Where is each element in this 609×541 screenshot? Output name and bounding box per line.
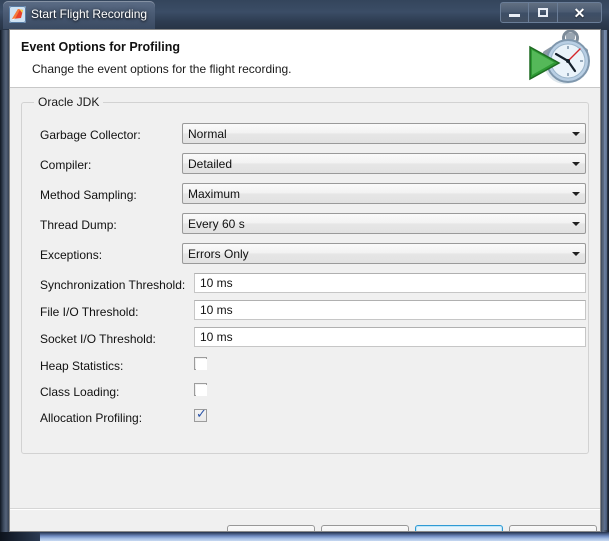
field-row: Method Sampling: Maximum [22, 181, 588, 211]
field-label: Compiler: [40, 158, 91, 172]
window-frame-bottom-left-corner [0, 532, 40, 541]
minimize-icon [509, 14, 520, 17]
combo-value: Detailed [188, 157, 232, 171]
finish-button[interactable]: Finish [415, 525, 503, 532]
checkbox-inner [196, 385, 207, 396]
field-label: File I/O Threshold: [40, 305, 138, 319]
field-row: File I/O Threshold: [22, 298, 588, 328]
stopwatch-play-icon [518, 30, 596, 87]
wizard-header: Event Options for Profiling Change the e… [10, 30, 600, 88]
back-button-label: < Back [252, 530, 289, 533]
checkbox[interactable]: ✓ [194, 409, 207, 422]
field-label: Class Loading: [40, 385, 119, 399]
oracle-jdk-group: Oracle JDK Garbage Collector:NormalCompi… [21, 102, 589, 454]
chevron-down-glyph [572, 222, 580, 226]
text-input[interactable] [194, 300, 586, 320]
caption-button-group: ✕ [500, 2, 602, 23]
dialog-client-area: Event Options for Profiling Change the e… [9, 29, 601, 532]
field-label: Heap Statistics: [40, 359, 123, 373]
maximize-icon [538, 8, 548, 17]
field-label: Synchronization Threshold: [40, 278, 185, 292]
field-label: Exceptions: [40, 248, 102, 262]
chevron-down-glyph [572, 192, 580, 196]
checkbox-inner [196, 359, 207, 370]
dialog-window: Start Flight Recording ✕ Event Options f… [0, 0, 609, 541]
text-input[interactable] [194, 327, 586, 347]
field-row: Exceptions: Errors Only [22, 241, 588, 271]
cancel-button-label: Cancel [534, 530, 571, 533]
field-row: Compiler: Detailed [22, 151, 588, 181]
field-label: Socket I/O Threshold: [40, 332, 156, 346]
window-title: Start Flight Recording [31, 7, 147, 21]
minimize-button[interactable] [500, 2, 529, 23]
page-title: Event Options for Profiling [21, 40, 180, 54]
field-row: Allocation Profiling: ✓ [22, 404, 588, 434]
check-icon: ✓ [196, 408, 207, 421]
close-button[interactable]: ✕ [558, 2, 602, 23]
combo-value: Errors Only [188, 247, 249, 261]
text-input[interactable] [194, 273, 586, 293]
field-row: Synchronization Threshold: [22, 271, 588, 301]
page-subtitle: Change the event options for the flight … [32, 62, 292, 76]
next-button-label: Next > [347, 530, 382, 533]
window-frame-right-highlight [604, 30, 607, 530]
combo-box[interactable]: Errors Only [182, 243, 586, 264]
flight-recorder-icon [9, 6, 26, 23]
combo-box[interactable]: Maximum [182, 183, 586, 204]
field-row: Socket I/O Threshold: [22, 325, 588, 355]
chevron-down-glyph [572, 162, 580, 166]
close-icon: ✕ [574, 6, 586, 20]
cancel-button[interactable]: Cancel [509, 525, 597, 532]
chevron-down-glyph [572, 132, 580, 136]
field-label: Allocation Profiling: [40, 411, 142, 425]
chevron-down-icon[interactable] [567, 244, 585, 263]
combo-value: Every 60 s [188, 217, 245, 231]
combo-value: Normal [188, 127, 227, 141]
field-row: Garbage Collector: Normal [22, 121, 588, 151]
checkbox[interactable] [194, 383, 207, 396]
field-label: Method Sampling: [40, 188, 137, 202]
chevron-down-icon[interactable] [567, 184, 585, 203]
chevron-down-glyph [572, 252, 580, 256]
back-button[interactable]: < Back [227, 525, 315, 532]
maximize-button[interactable] [529, 2, 558, 23]
window-frame-bottom-edge [0, 532, 609, 541]
finish-button-label: Finish [443, 530, 475, 533]
chevron-down-icon[interactable] [567, 124, 585, 143]
chevron-down-icon[interactable] [567, 214, 585, 233]
group-legend: Oracle JDK [34, 95, 103, 109]
chevron-down-icon[interactable] [567, 154, 585, 173]
combo-value: Maximum [188, 187, 240, 201]
combo-box[interactable]: Every 60 s [182, 213, 586, 234]
next-button[interactable]: Next > [321, 525, 409, 532]
field-label: Thread Dump: [40, 218, 117, 232]
field-label: Garbage Collector: [40, 128, 141, 142]
combo-box[interactable]: Normal [182, 123, 586, 144]
checkbox[interactable] [194, 357, 207, 370]
button-bar: < Back Next > Finish Cancel [10, 510, 600, 532]
field-row: Thread Dump: Every 60 s [22, 211, 588, 241]
title-bar[interactable]: Start Flight Recording ✕ [0, 0, 609, 30]
combo-box[interactable]: Detailed [182, 153, 586, 174]
